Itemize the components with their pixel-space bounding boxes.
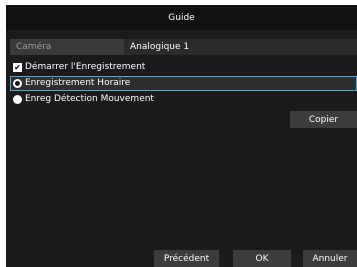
cancel-button[interactable]: Annuler bbox=[303, 250, 357, 267]
camera-row: Caméra Analogique 1 bbox=[10, 39, 357, 55]
ok-button[interactable]: OK bbox=[233, 250, 291, 267]
camera-select[interactable]: Analogique 1 bbox=[124, 39, 357, 55]
radio-icon[interactable] bbox=[13, 95, 22, 104]
check-icon[interactable]: ✔ bbox=[13, 63, 22, 72]
copy-button[interactable]: Copier bbox=[290, 111, 357, 128]
motion-recording-option[interactable]: Enreg Détection Mouvement bbox=[10, 92, 357, 107]
radio-selected-icon[interactable] bbox=[13, 79, 22, 88]
start-recording-option[interactable]: ✔ Démarrer l'Enregistrement bbox=[10, 60, 357, 75]
schedule-recording-label: Enregistrement Horaire bbox=[25, 78, 131, 88]
start-recording-label: Démarrer l'Enregistrement bbox=[25, 62, 146, 72]
dialog-footer: Précédent OK Annuler bbox=[6, 250, 357, 267]
dialog-title-bar: Guide bbox=[6, 5, 357, 30]
motion-recording-label: Enreg Détection Mouvement bbox=[25, 94, 154, 104]
guide-dialog: Guide Caméra Analogique 1 ✔ Démarrer l'E… bbox=[6, 5, 357, 267]
previous-button[interactable]: Précédent bbox=[154, 250, 219, 267]
schedule-recording-option[interactable]: Enregistrement Horaire bbox=[10, 76, 357, 91]
dialog-title: Guide bbox=[168, 12, 195, 23]
camera-label: Caméra bbox=[16, 42, 52, 52]
